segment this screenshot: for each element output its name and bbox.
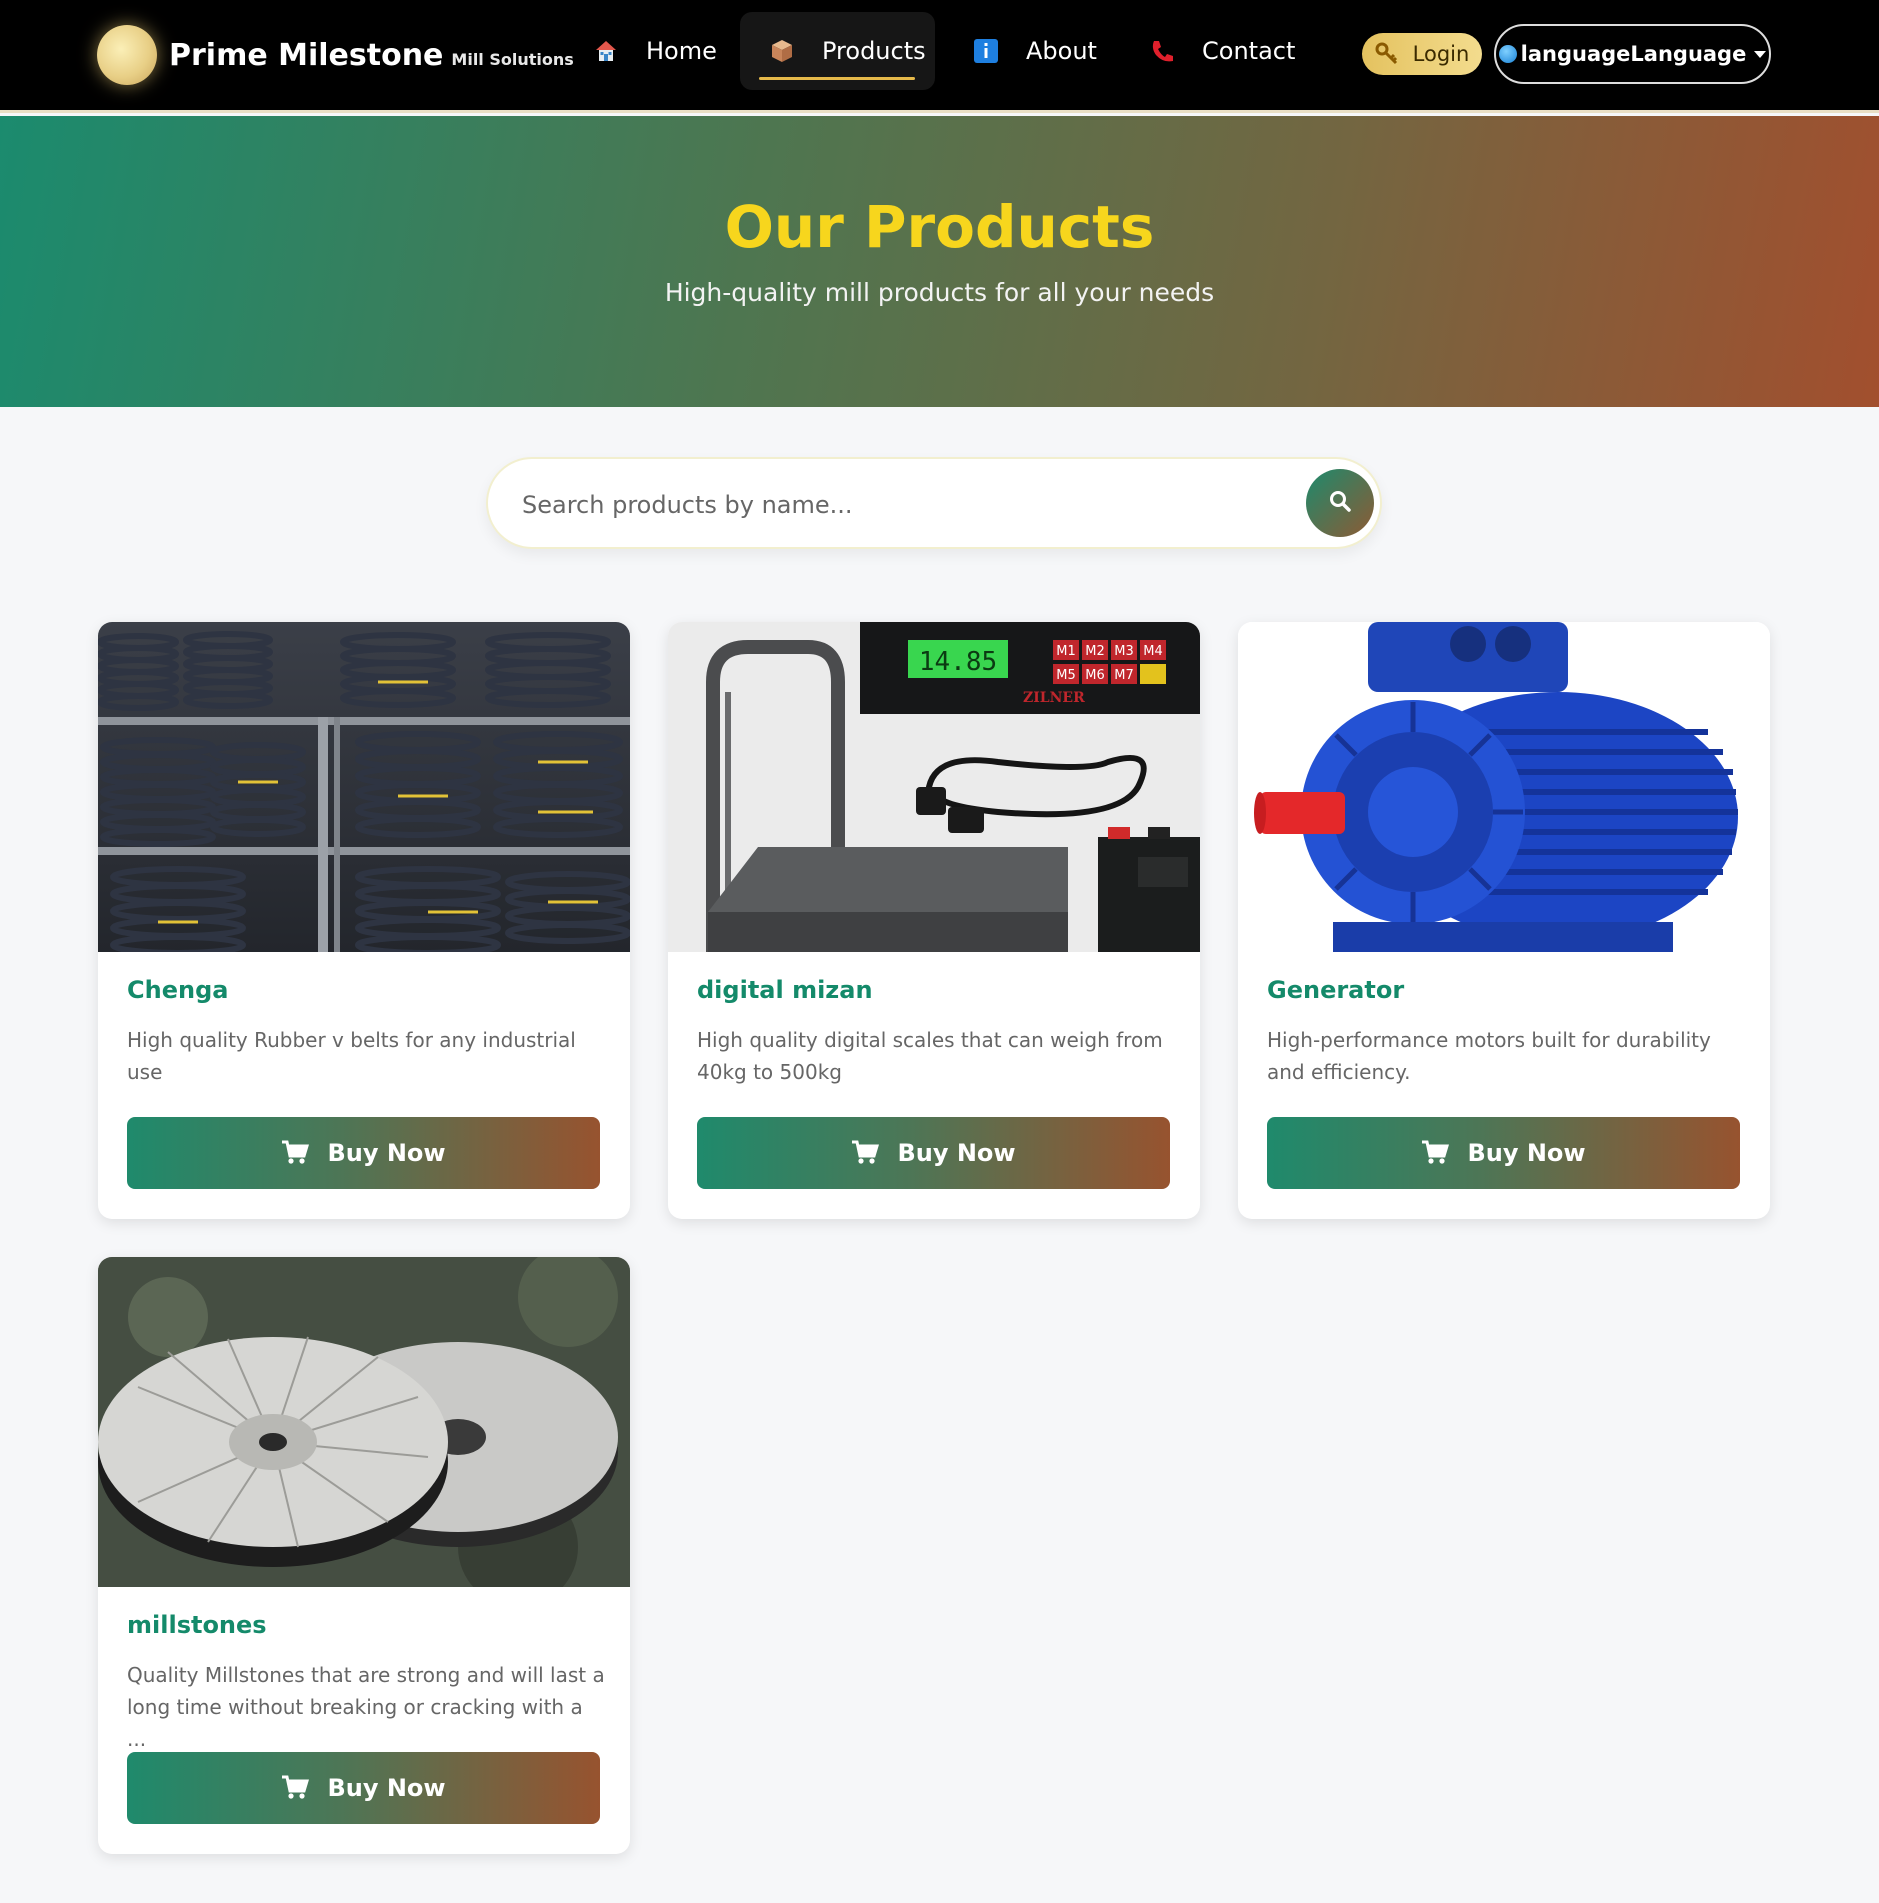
product-title: Chenga <box>127 976 229 1004</box>
search-input[interactable] <box>522 483 1282 527</box>
product-title: millstones <box>127 1611 267 1639</box>
nav-item-contact[interactable]: Contact <box>1148 12 1295 90</box>
product-card: Generator High-performance motors built … <box>1238 622 1770 1219</box>
scale-key: M4 <box>1143 644 1163 659</box>
language-dropdown[interactable]: languageLanguage <box>1494 24 1771 84</box>
login-button[interactable]: Login <box>1362 33 1482 75</box>
scale-key: M7 <box>1114 668 1134 683</box>
buy-now-label: Buy Now <box>327 1139 446 1167</box>
page-subtitle: High-quality mill products for all your … <box>664 278 1215 307</box>
scale-brand-label: ZILNER <box>1023 690 1085 706</box>
hero-banner: Our Products High-quality mill products … <box>0 116 1879 407</box>
buy-now-button[interactable]: Buy Now <box>127 1117 600 1189</box>
scale-key: M1 <box>1056 644 1076 659</box>
product-card: 14.85 M1 M2 M3 M4 M5 M6 M7 ZILNER digita… <box>668 622 1200 1219</box>
cart-icon <box>281 1140 310 1166</box>
buy-now-label: Buy Now <box>327 1774 446 1802</box>
product-description: High quality digital scales that can wei… <box>697 1028 1163 1084</box>
product-card: millstones Quality Millstones that are s… <box>98 1257 630 1854</box>
brand[interactable]: Prime Milestone Mill Solutions <box>97 24 574 86</box>
brand-logo-icon <box>97 25 157 85</box>
login-label: Login <box>1412 42 1470 66</box>
nav-item-products[interactable]: Products <box>740 12 935 90</box>
brand-name: Prime Milestone <box>169 37 444 73</box>
scale-key: M2 <box>1085 644 1105 659</box>
language-label: languageLanguage <box>1520 42 1747 66</box>
package-icon <box>768 37 796 65</box>
cart-icon <box>851 1140 880 1166</box>
buy-now-label: Buy Now <box>1467 1139 1586 1167</box>
info-icon <box>972 37 1000 65</box>
navbar: Prime Milestone Mill Solutions Home Prod… <box>0 0 1879 113</box>
brand-subtitle: Mill Solutions <box>451 49 574 69</box>
cart-icon <box>281 1775 310 1801</box>
nav-label-products: Products <box>822 37 926 65</box>
search-button[interactable] <box>1306 469 1374 537</box>
nav-label-home: Home <box>646 37 717 65</box>
product-image-v-belts <box>98 622 630 952</box>
buy-now-button[interactable]: Buy Now <box>127 1752 600 1824</box>
scale-key: M3 <box>1114 644 1134 659</box>
page-title: Our Products <box>724 193 1155 261</box>
cart-icon <box>1421 1140 1450 1166</box>
product-title: Generator <box>1267 976 1405 1004</box>
product-description: Quality Millstones that are strong and w… <box>127 1663 605 1751</box>
product-description: High quality Rubber v belts for any indu… <box>127 1028 576 1084</box>
buy-now-button[interactable]: Buy Now <box>1267 1117 1740 1189</box>
product-card: Chenga High quality Rubber v belts for a… <box>98 622 630 1219</box>
nav-item-about[interactable]: About <box>972 12 1097 90</box>
product-image-digital-scale: 14.85 M1 M2 M3 M4 M5 M6 M7 ZILNER <box>668 622 1200 952</box>
key-icon <box>1375 42 1399 66</box>
phone-icon <box>1148 37 1176 65</box>
search-bar <box>486 457 1382 549</box>
product-description: High-performance motors built for durabi… <box>1267 1028 1711 1084</box>
search-icon <box>1328 489 1352 517</box>
house-icon <box>592 37 620 65</box>
buy-now-label: Buy Now <box>897 1139 1016 1167</box>
scale-key: M5 <box>1056 668 1076 683</box>
nav-item-home[interactable]: Home <box>592 12 717 90</box>
product-title: digital mizan <box>697 976 873 1004</box>
product-image-electric-motor <box>1238 622 1770 952</box>
buy-now-button[interactable]: Buy Now <box>697 1117 1170 1189</box>
scale-key: M6 <box>1085 668 1105 683</box>
nav-label-about: About <box>1026 37 1097 65</box>
scale-display-readout: 14.85 <box>919 647 997 677</box>
globe-icon <box>1498 45 1517 63</box>
nav-label-contact: Contact <box>1202 37 1296 65</box>
product-image-millstones <box>98 1257 630 1587</box>
caret-down-icon <box>1754 50 1767 58</box>
